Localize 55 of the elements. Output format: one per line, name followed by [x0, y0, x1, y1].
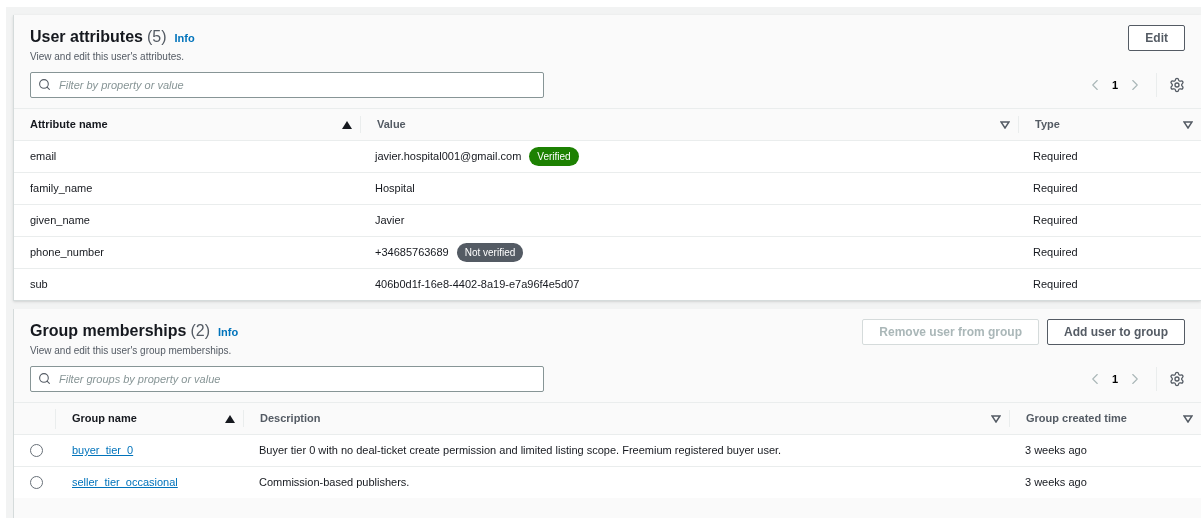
table-cell-text: Required [1032, 213, 1079, 229]
table-cell-text: 3 weeks ago [1024, 443, 1088, 459]
section-description: View and edit this user's group memberships. [30, 344, 233, 358]
table-cell-text: Commission-based publishers. [258, 475, 411, 491]
table-cell-text: family_name [30, 181, 94, 197]
action-button[interactable]: Add user to group [1047, 319, 1185, 345]
section-title: Group memberships [30, 321, 187, 341]
table-cell-text: 3 weeks ago [1024, 475, 1088, 491]
column-header[interactable]: Value [377, 116, 406, 133]
table-cell-text: phone_number [30, 245, 105, 261]
sort-icon[interactable] [1000, 120, 1010, 129]
table-cell-text: Required [1032, 149, 1079, 165]
action-button[interactable]: Edit [1128, 25, 1185, 51]
sort-ascending-icon[interactable] [225, 414, 235, 423]
filter-field[interactable]: Filter by property or value [30, 72, 544, 98]
sort-ascending-icon[interactable] [342, 120, 352, 129]
search-icon [38, 372, 51, 385]
page-number[interactable]: 1 [1103, 370, 1126, 388]
table-cell-text: given_name [30, 213, 91, 229]
table-cell-text: Hospital [375, 181, 415, 197]
item-count: (2) [190, 321, 211, 341]
table-cell-text: email [30, 149, 58, 165]
column-header[interactable]: Type [1035, 116, 1060, 133]
table-cell-text: sub [30, 277, 49, 293]
page-number[interactable]: 1 [1103, 76, 1126, 94]
info-link[interactable]: Info [218, 324, 239, 341]
group-link[interactable]: buyer_tier_0 [56, 442, 243, 459]
column-header[interactable]: Group name [72, 410, 137, 427]
column-header[interactable]: Attribute name [30, 116, 108, 133]
sort-icon[interactable] [1183, 120, 1193, 129]
status-badge: Verified [529, 147, 579, 166]
group-link[interactable]: seller_tier_occasional [56, 474, 243, 491]
table-cell-text: javier.hospital001@gmail.com [375, 149, 522, 165]
sort-icon[interactable] [991, 414, 1001, 423]
settings-icon[interactable] [1169, 371, 1185, 387]
info-link[interactable]: Info [174, 30, 195, 47]
table-cell-text: Required [1032, 277, 1079, 293]
table-cell-text: Buyer tier 0 with no deal-ticket create permission and limited listing scope. Freemium registered buyer user. [258, 443, 783, 459]
settings-icon[interactable] [1169, 77, 1185, 93]
row-radio[interactable] [30, 444, 43, 457]
column-header[interactable]: Description [260, 410, 321, 427]
status-badge: Not verified [456, 243, 524, 262]
section-description: View and edit this user's attributes. [30, 50, 186, 64]
table-cell-text: +34685763689 [375, 245, 449, 261]
search-icon [38, 78, 51, 91]
item-count: (5) [146, 27, 167, 47]
section-title: User attributes [30, 27, 143, 47]
column-header[interactable]: Group created time [1026, 410, 1127, 427]
table-cell-text: 406b0d1f-16e8-4402-8a19-e7a96f4e5d07 [375, 277, 580, 293]
filter-field[interactable]: Filter groups by property or value [30, 366, 544, 392]
table-cell-text: Required [1032, 181, 1079, 197]
sort-icon[interactable] [1183, 414, 1193, 423]
row-radio[interactable] [30, 476, 43, 489]
table-cell-text: Javier [375, 213, 405, 229]
table-cell-text: Required [1032, 245, 1079, 261]
